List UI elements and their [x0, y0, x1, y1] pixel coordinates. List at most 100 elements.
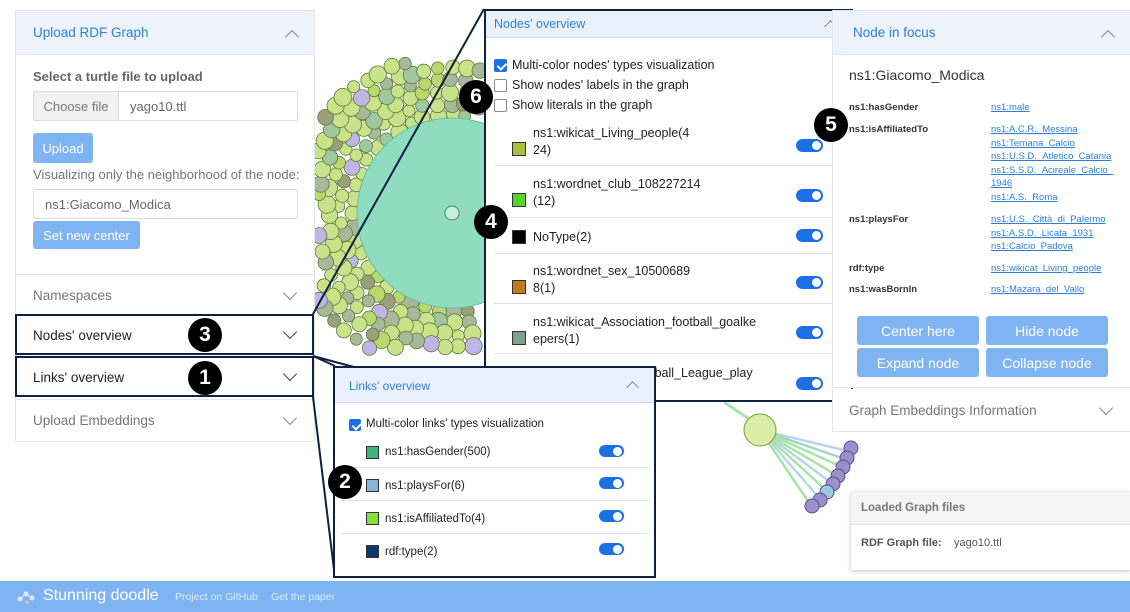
badge-5: 5 [814, 108, 848, 142]
link-type-swatch [366, 545, 379, 558]
property-value-link[interactable]: ns1:Mazara_del_Vallo [991, 283, 1084, 297]
node-type-row: ns1:wikicat_Living_people(4 24) [494, 118, 840, 166]
focus-node-name: ns1:Giacomo_Modica [849, 67, 985, 83]
node-type-swatch [512, 142, 526, 156]
node-in-focus-header[interactable]: Node in focus [833, 11, 1130, 55]
node-type-swatch [512, 280, 526, 294]
doodle-logo-icon [17, 591, 35, 604]
node-type-toggle[interactable] [796, 276, 823, 289]
github-link[interactable]: Project on GitHub [175, 591, 258, 603]
node-type-count: epers(1) [533, 332, 580, 346]
link-type-row: ns1:isAffiliatedTo(4) [341, 501, 649, 534]
node-type-count: 24) [533, 143, 552, 157]
link-type-toggle[interactable] [599, 477, 624, 489]
property-values: ns1:Mazara_del_Vallo [991, 283, 1084, 297]
node-type-toggle[interactable] [796, 189, 823, 202]
node-type-row: ns1:wikicat_Association_football_goalke … [494, 305, 840, 354]
property-value-link[interactable]: ns1:male [991, 101, 1030, 115]
link-type-row: rdf:type(2) [341, 534, 649, 567]
show-labels-checkbox[interactable] [494, 79, 507, 92]
property-key: ns1:wasBornIn [849, 284, 918, 295]
node-type-count: (12) [533, 194, 556, 208]
links-overview-popup: Links' overview Multi-color links' types… [333, 366, 656, 578]
rdf-graph-file-label: RDF Graph file: [861, 537, 942, 549]
loaded-graph-files-title: Loaded Graph files [861, 502, 966, 514]
property-value-link[interactable]: ns1:wikicat_Living_people [991, 262, 1101, 276]
node-type-row: NoType(2) [494, 219, 840, 254]
node-type-label: ns1:wordnet_sex_10500689 [533, 264, 691, 278]
property-values: ns1:A.C.R._Messina ns1:Ternana_Calcio ns… [991, 123, 1113, 204]
property-value-link[interactable]: ns1:S.S.D._Acireale_Calcio_ [991, 164, 1113, 178]
link-type-label: ns1:hasGender(500) [385, 446, 491, 458]
link-type-row: ns1:playsFor(6) [341, 468, 649, 501]
nodes-overview-header[interactable]: Nodes' overview [486, 11, 851, 38]
property-value-link[interactable]: ns1:Calcio_Padova [991, 240, 1106, 254]
node-type-toggle[interactable] [796, 326, 823, 339]
link-type-label: ns1:isAffiliatedTo(4) [385, 513, 486, 525]
node-type-swatch [512, 331, 526, 345]
node-type-label: ns1:wikicat_Association_football_goalke [533, 315, 757, 329]
property-value-link[interactable]: ns1:A.C.R._Messina [991, 123, 1113, 137]
multi-color-nodes-label: Multi-color nodes' types visualization [512, 58, 715, 72]
paper-link[interactable]: Get the paper [271, 591, 335, 603]
links-overview-header[interactable]: Links' overview [335, 368, 654, 403]
property-values: ns1:U.S._Città_di_Palermo ns1:A.S.D._Lic… [991, 213, 1106, 254]
rdf-graph-file-value: yago10.ttl [954, 537, 1002, 549]
property-value-link[interactable]: 1946 [991, 177, 1113, 191]
nodes-overview-popup: Nodes' overview Multi-color nodes' types… [484, 9, 853, 402]
node-type-swatch [512, 193, 526, 207]
links-overview-title: Links' overview [349, 379, 430, 393]
collapse-node-button[interactable]: Collapse node [986, 348, 1108, 377]
node-type-toggle[interactable] [796, 229, 823, 242]
badge-4: 4 [474, 205, 508, 239]
show-labels-label: Show nodes' labels in the graph [512, 78, 689, 92]
property-value-link[interactable]: ns1:A.S._Roma [991, 191, 1113, 205]
hide-node-button[interactable]: Hide node [986, 316, 1108, 345]
property-value-link[interactable]: ns1:U.S._Città_di_Palermo [991, 213, 1106, 227]
multi-color-links-checkbox[interactable] [349, 419, 361, 431]
graph-embeddings-accordion[interactable]: Graph Embeddings Information [832, 389, 1130, 432]
property-value-link[interactable]: ns1:Ternana_Calcio [991, 137, 1113, 151]
node-type-label: ns1:wikicat_Living_people(4 [533, 126, 690, 140]
link-type-toggle[interactable] [599, 543, 624, 555]
badge-1: 1 [188, 361, 222, 395]
property-value-link[interactable]: ns1:U.S.D._Atletico_Catania [991, 150, 1113, 164]
link-type-swatch [366, 446, 379, 459]
badge-3: 3 [188, 318, 222, 352]
footer-bar: Stunning doodle Project on GitHub Get th… [0, 581, 1130, 612]
property-key: rdf:type [849, 263, 885, 274]
badge-2: 2 [328, 465, 362, 499]
badge-6: 6 [459, 80, 493, 114]
expand-node-button[interactable]: Expand node [857, 348, 979, 377]
link-type-swatch [366, 479, 379, 492]
link-type-swatch [366, 512, 379, 525]
link-type-label: rdf:type(2) [385, 546, 438, 558]
multi-color-nodes-checkbox[interactable] [494, 59, 507, 72]
node-type-row: ns1:wordnet_club_108227214 (12) [494, 167, 840, 218]
node-type-count: 8(1) [533, 281, 556, 295]
show-literals-label: Show literals in the graph [512, 98, 653, 112]
link-type-toggle[interactable] [599, 510, 624, 522]
link-type-label: ns1:playsFor(6) [385, 480, 465, 492]
property-values: ns1:male [991, 101, 1030, 115]
property-values: ns1:wikicat_Living_people [991, 262, 1101, 276]
chevron-down-icon [1098, 400, 1114, 416]
property-value-link[interactable]: ns1:A.S.D._Licata_1931 [991, 227, 1106, 241]
property-key: ns1:playsFor [849, 214, 909, 225]
node-type-row: ns1:wordnet_sex_10500689 8(1) [494, 255, 840, 304]
node-type-toggle[interactable] [796, 139, 823, 152]
chevron-up-icon [1100, 29, 1116, 45]
link-type-toggle[interactable] [599, 445, 624, 457]
graph-embeddings-label: Graph Embeddings Information [849, 403, 1037, 418]
center-here-button[interactable]: Center here [857, 316, 979, 345]
node-type-toggle[interactable] [796, 377, 823, 390]
property-key: ns1:isAffiliatedTo [849, 124, 928, 135]
link-type-row: ns1:hasGender(500) [341, 435, 649, 468]
brand-name[interactable]: Stunning doodle [43, 587, 159, 605]
property-key: ns1:hasGender [849, 102, 919, 113]
node-in-focus-title: Node in focus [853, 25, 936, 40]
node-type-swatch [512, 230, 526, 244]
loaded-graph-files-card: Loaded Graph files RDF Graph file: yago1… [851, 492, 1130, 570]
show-literals-checkbox[interactable] [494, 99, 507, 112]
chevron-up-icon [626, 381, 639, 394]
